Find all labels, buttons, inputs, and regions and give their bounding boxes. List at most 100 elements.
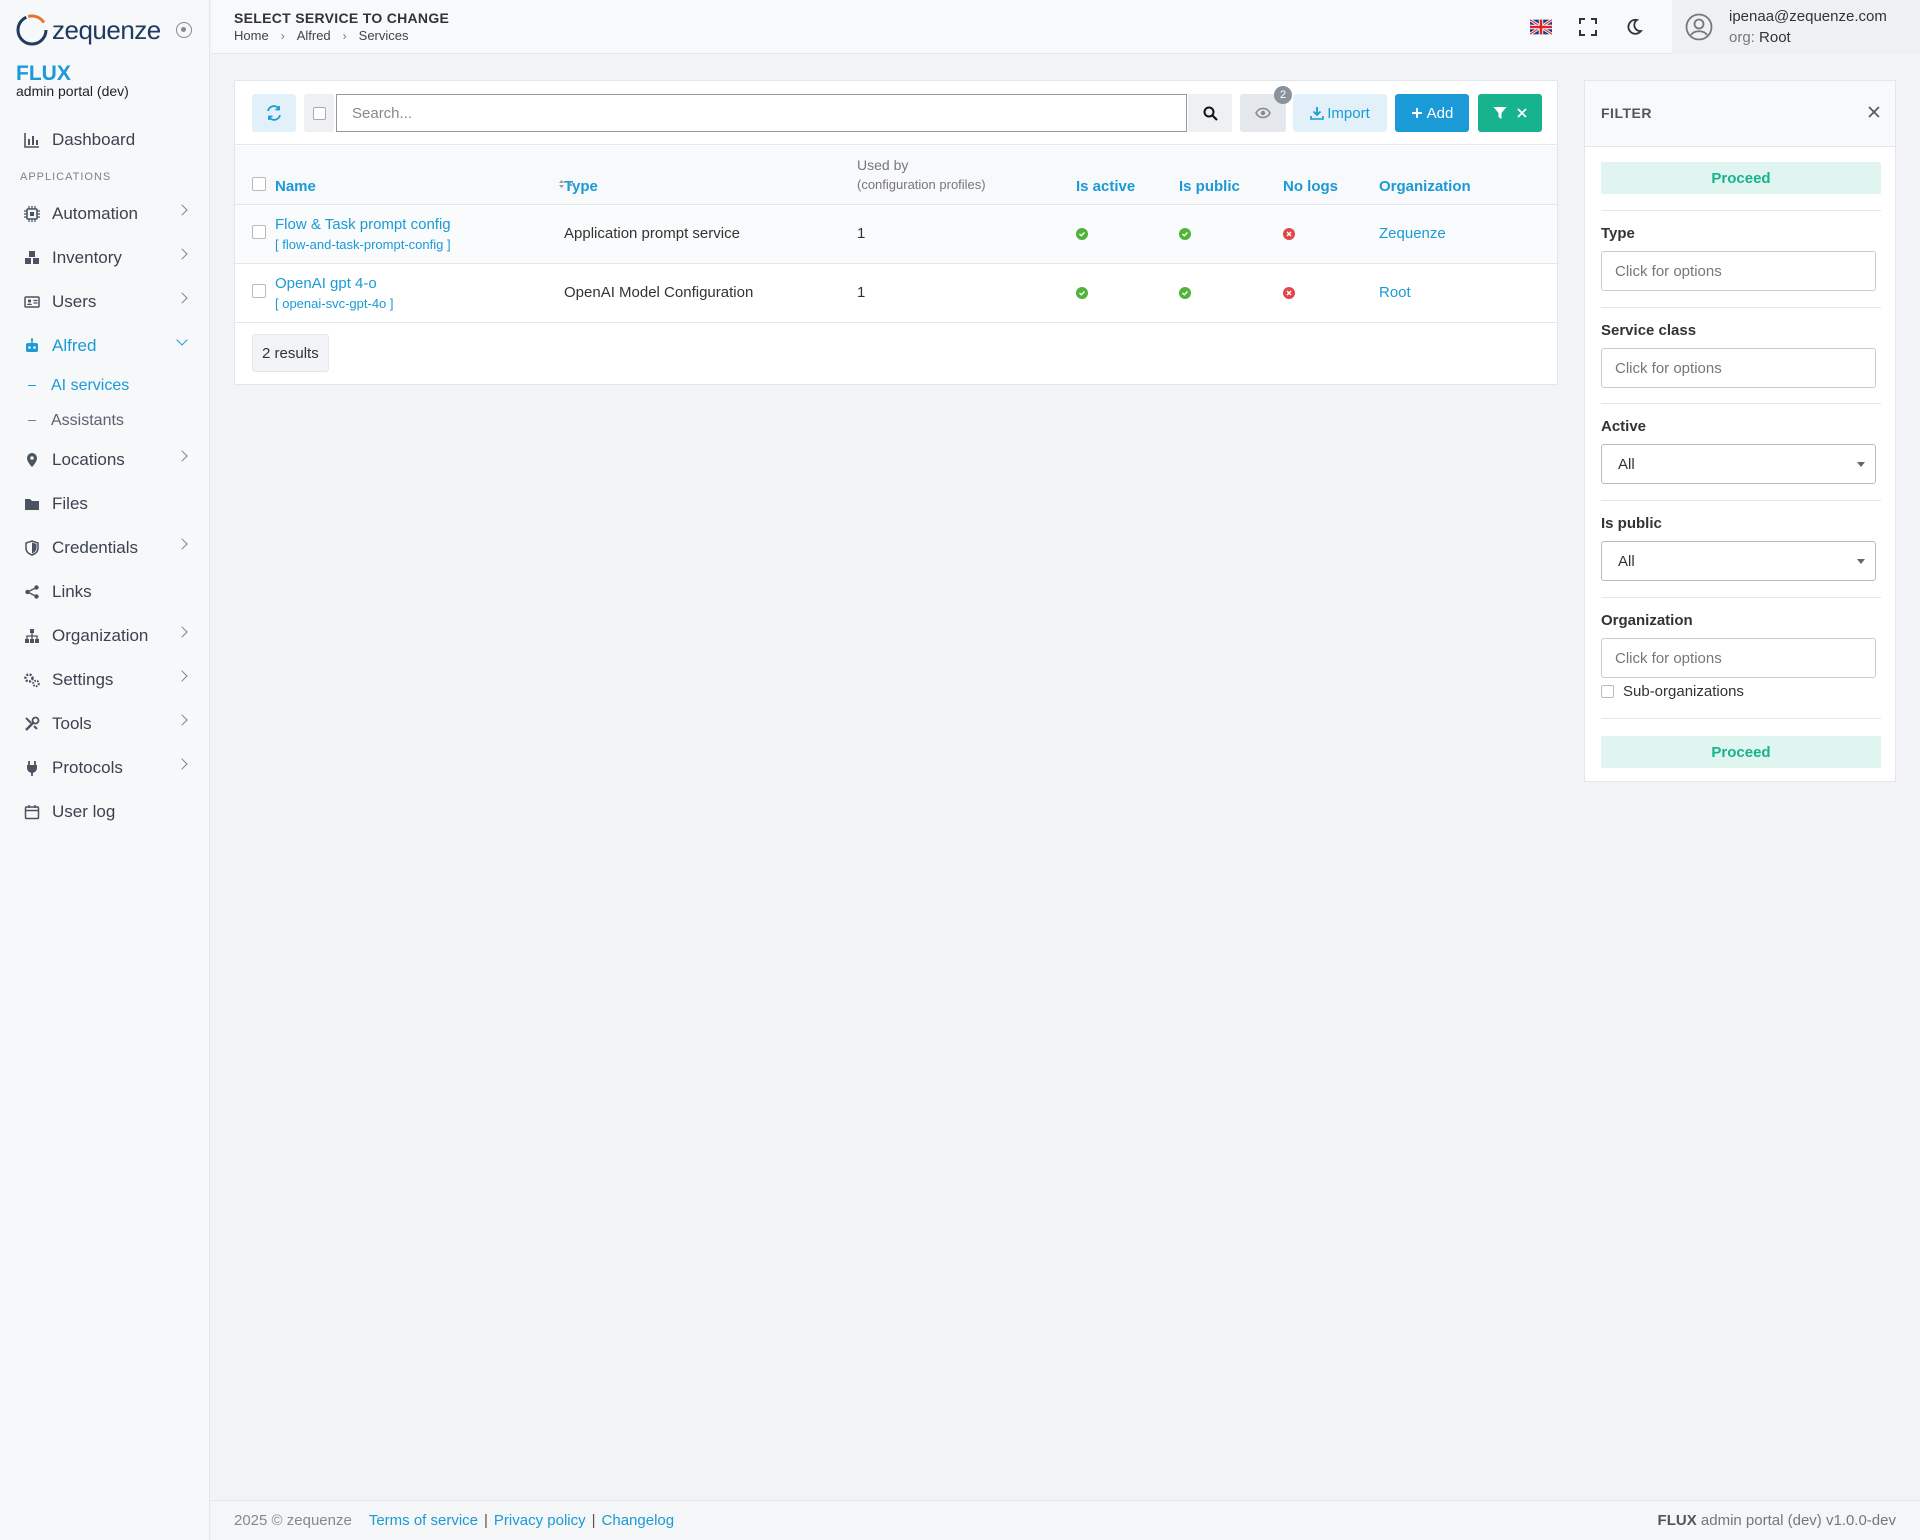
sidebar-section-applications: APPLICATIONS: [20, 171, 112, 183]
brand-logo[interactable]: zequenze: [14, 12, 161, 48]
sidebar-subitem-assistants[interactable]: Assistants: [0, 403, 210, 438]
is-active-cell: [1076, 263, 1179, 322]
sidebar-item-user-log[interactable]: User log: [0, 790, 210, 834]
breadcrumb-separator-icon: ›: [280, 28, 285, 43]
sort-icon[interactable]: [558, 179, 574, 189]
chevron-right-icon: [176, 248, 188, 260]
dash-icon: [28, 419, 36, 422]
organization-cell: Root: [1379, 263, 1557, 322]
filter-active-select[interactable]: All: [1601, 444, 1876, 484]
sub-organizations-label: Sub-organizations: [1623, 683, 1744, 700]
sidebar-item-files[interactable]: Files: [0, 482, 210, 526]
import-button[interactable]: Import: [1293, 94, 1387, 132]
service-name-link[interactable]: Flow & Task prompt config: [275, 216, 564, 233]
sidebar-item-label: Protocols: [52, 758, 123, 777]
import-button-label: Import: [1327, 104, 1370, 122]
column-header-is-public[interactable]: Is public: [1179, 146, 1283, 204]
toggle-filter-button[interactable]: [1478, 94, 1542, 132]
shield-icon: [23, 539, 41, 557]
sidebar-item-label: Tools: [52, 714, 92, 733]
sub-organizations-toggle[interactable]: Sub-organizations: [1601, 683, 1744, 700]
sidebar-item-locations[interactable]: Locations: [0, 438, 210, 482]
column-header-name[interactable]: Name: [275, 146, 573, 204]
select-all-toggle[interactable]: [304, 94, 334, 132]
close-icon: [1517, 108, 1527, 118]
column-header-is-active[interactable]: Is active: [1076, 146, 1179, 204]
select-all-checkbox[interactable]: [313, 107, 326, 120]
filter-type-input[interactable]: Click for options: [1601, 251, 1876, 291]
column-header-no-logs[interactable]: No logs: [1283, 146, 1379, 204]
header-select-cell: [235, 146, 275, 204]
add-button[interactable]: Add: [1395, 94, 1469, 132]
privacy-link[interactable]: Privacy policy: [494, 1512, 586, 1529]
terms-link[interactable]: Terms of service: [369, 1512, 478, 1529]
sidebar-item-organization[interactable]: Organization: [0, 614, 210, 658]
sidebar-item-alfred[interactable]: Alfred: [0, 324, 210, 368]
dark-mode-moon-icon[interactable]: [1623, 16, 1645, 38]
header-select-checkbox[interactable]: [252, 176, 266, 191]
map-pin-icon: [23, 451, 41, 469]
plug-icon: [23, 759, 41, 777]
fullscreen-icon[interactable]: [1577, 16, 1599, 38]
row-select-checkbox[interactable]: [252, 224, 266, 239]
column-header-name-label: Name: [275, 177, 316, 195]
filter-service-class-input[interactable]: Click for options: [1601, 348, 1876, 388]
sidebar-item-tools[interactable]: Tools: [0, 702, 210, 746]
changelog-link[interactable]: Changelog: [602, 1512, 675, 1529]
column-header-used-by-sub: (configuration profiles): [857, 176, 986, 192]
user-avatar-icon: [1685, 13, 1713, 41]
proceed-button-bottom[interactable]: Proceed: [1601, 736, 1881, 768]
user-menu[interactable]: ipenaa@zequenze.com org: Root: [1672, 0, 1920, 54]
check-circle-icon: [1076, 228, 1088, 240]
sidebar-subitem-label: Assistants: [51, 411, 124, 429]
no-logs-cell: [1283, 263, 1379, 322]
proceed-button-top[interactable]: Proceed: [1601, 162, 1881, 194]
filter-panel: FILTER Proceed Type Click for options Se…: [1584, 80, 1896, 782]
row-select-checkbox[interactable]: [252, 283, 266, 298]
footer-links: 2025 © zequenze Terms of service | Priva…: [234, 1512, 674, 1529]
sidebar-item-protocols[interactable]: Protocols: [0, 746, 210, 790]
filter-is-public-select[interactable]: All: [1601, 541, 1876, 581]
footer: 2025 © zequenze Terms of service | Priva…: [211, 1500, 1920, 1540]
brand-name: zequenze: [52, 14, 161, 45]
check-circle-icon: [1179, 287, 1191, 299]
close-filter-icon[interactable]: [1867, 105, 1881, 119]
filter-header: FILTER: [1585, 81, 1895, 147]
gears-icon: [23, 671, 41, 689]
service-name-link[interactable]: OpenAI gpt 4-o: [275, 275, 564, 292]
uk-flag-icon[interactable]: [1530, 16, 1552, 38]
filter-organization-label: Organization: [1601, 612, 1693, 629]
plus-icon: [1411, 108, 1422, 118]
pin-sidebar-icon[interactable]: [176, 22, 192, 38]
user-org-value: Root: [1759, 29, 1791, 46]
sidebar-item-label: Dashboard: [52, 130, 136, 149]
breadcrumb-home[interactable]: Home: [234, 28, 269, 43]
column-header-organization[interactable]: Organization: [1379, 146, 1557, 204]
sidebar-item-automation[interactable]: Automation: [0, 192, 210, 236]
filter-is-public-label: Is public: [1601, 515, 1662, 532]
footer-separator: |: [591, 1512, 596, 1529]
breadcrumb-alfred[interactable]: Alfred: [297, 28, 331, 43]
filter-organization-input[interactable]: Click for options: [1601, 638, 1876, 678]
search-input[interactable]: [336, 94, 1187, 132]
check-circle-icon: [1076, 287, 1088, 299]
sidebar-item-settings[interactable]: Settings: [0, 658, 210, 702]
sidebar-item-links[interactable]: Links: [0, 570, 210, 614]
footer-separator: |: [484, 1512, 488, 1529]
sub-organizations-checkbox[interactable]: [1601, 685, 1614, 698]
sidebar-item-credentials[interactable]: Credentials: [0, 526, 210, 570]
download-icon: [1310, 107, 1325, 120]
share-icon: [23, 583, 41, 601]
sidebar-item-label: Users: [52, 292, 97, 311]
filter-service-class-label: Service class: [1601, 322, 1697, 339]
column-header-type[interactable]: Type: [564, 146, 857, 204]
is-active-cell: [1076, 204, 1179, 263]
sidebar-item-inventory[interactable]: Inventory: [0, 236, 210, 280]
search-button[interactable]: [1188, 94, 1232, 132]
refresh-button[interactable]: [252, 94, 296, 132]
organization-link[interactable]: Root: [1379, 284, 1411, 301]
sidebar-item-users[interactable]: Users: [0, 280, 210, 324]
sidebar-item-dashboard[interactable]: Dashboard: [0, 118, 210, 162]
organization-link[interactable]: Zequenze: [1379, 225, 1446, 242]
sidebar-subitem-ai-services[interactable]: AI services: [0, 368, 210, 403]
